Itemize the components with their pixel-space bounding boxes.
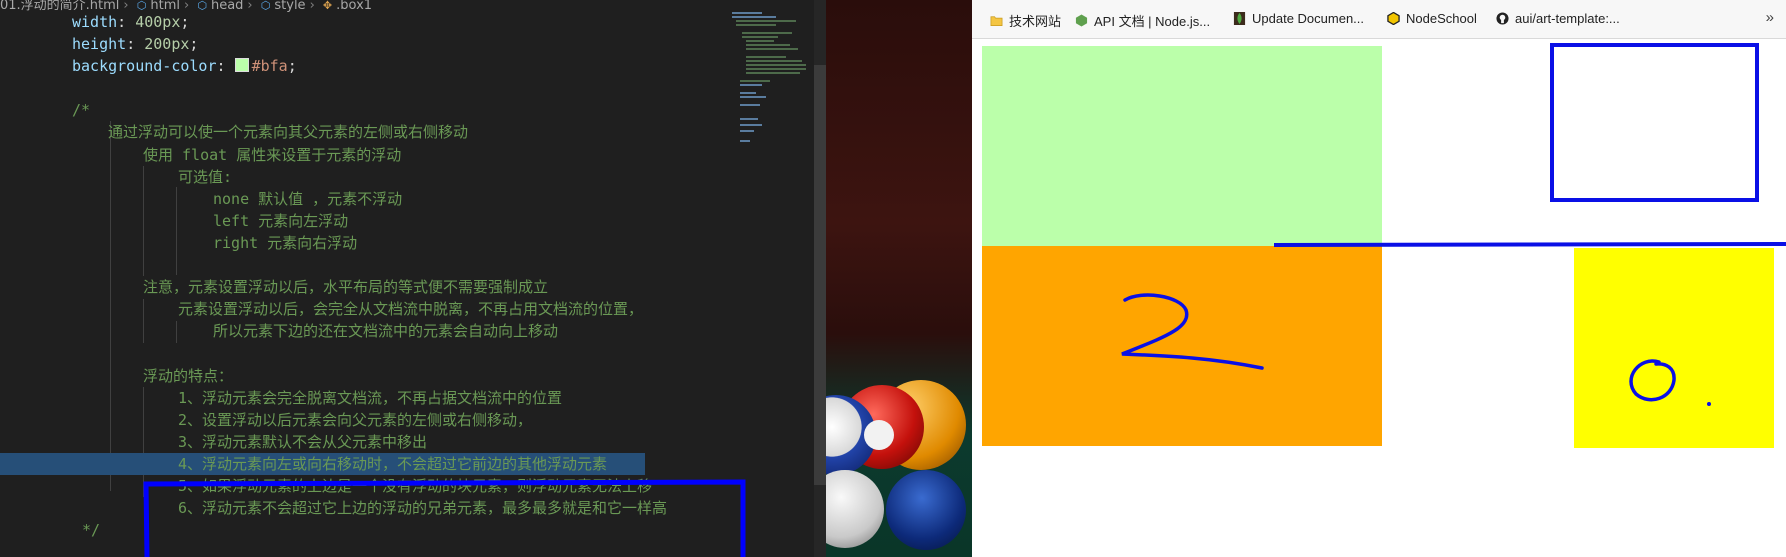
billiard-ball-image (826, 470, 884, 548)
github-icon (1496, 12, 1509, 25)
bookmark-label: NodeSchool (1406, 11, 1477, 26)
drawing-annotations (1121, 43, 1786, 406)
annotation-rectangle-editor (143, 479, 746, 557)
nodeschool-hex-icon (1387, 12, 1400, 25)
more-bookmarks-button[interactable]: » (1766, 9, 1774, 26)
bookmarks-bar: 技术网站 API 文档 | Node.js... Update Documen.… (972, 0, 1786, 39)
bookmark-art-template[interactable]: aui/art-template:... (1496, 11, 1620, 26)
billiard-ball-stripe (864, 420, 894, 450)
nodejs-icon (1075, 14, 1088, 27)
page-viewport (972, 38, 1786, 557)
annotation-digit-two (1121, 293, 1264, 370)
browser-window: 技术网站 API 文档 | Node.js... Update Documen.… (972, 0, 1786, 557)
desktop-wallpaper (826, 0, 972, 557)
bookmark-label: 技术网站 (1009, 14, 1062, 29)
bookmark-tech-sites[interactable]: 技术网站 (990, 11, 1061, 30)
mongodb-leaf-icon (1233, 12, 1246, 25)
annotation-line (1273, 242, 1786, 247)
bookmark-nodejs-api[interactable]: API 文档 | Node.js... (1075, 11, 1210, 30)
bookmark-label: API 文档 | Node.js... (1094, 14, 1211, 29)
annotation-rectangle (1550, 43, 1759, 202)
bookmark-nodeschool[interactable]: NodeSchool (1387, 11, 1477, 26)
folder-icon (990, 16, 1003, 26)
bookmark-label: aui/art-template:... (1515, 11, 1620, 26)
annotation-dot (1707, 402, 1711, 406)
annotation-digit-zero (1629, 359, 1676, 402)
bookmark-update-documents[interactable]: Update Documen... (1233, 11, 1364, 26)
bookmark-label: Update Documen... (1252, 11, 1365, 26)
billiard-ball-image (886, 470, 966, 550)
code-editor[interactable]: 01.浮动的简介.html › ⬡ html › ⬡ head › ⬡ style › ✥ .b… (0, 0, 826, 557)
